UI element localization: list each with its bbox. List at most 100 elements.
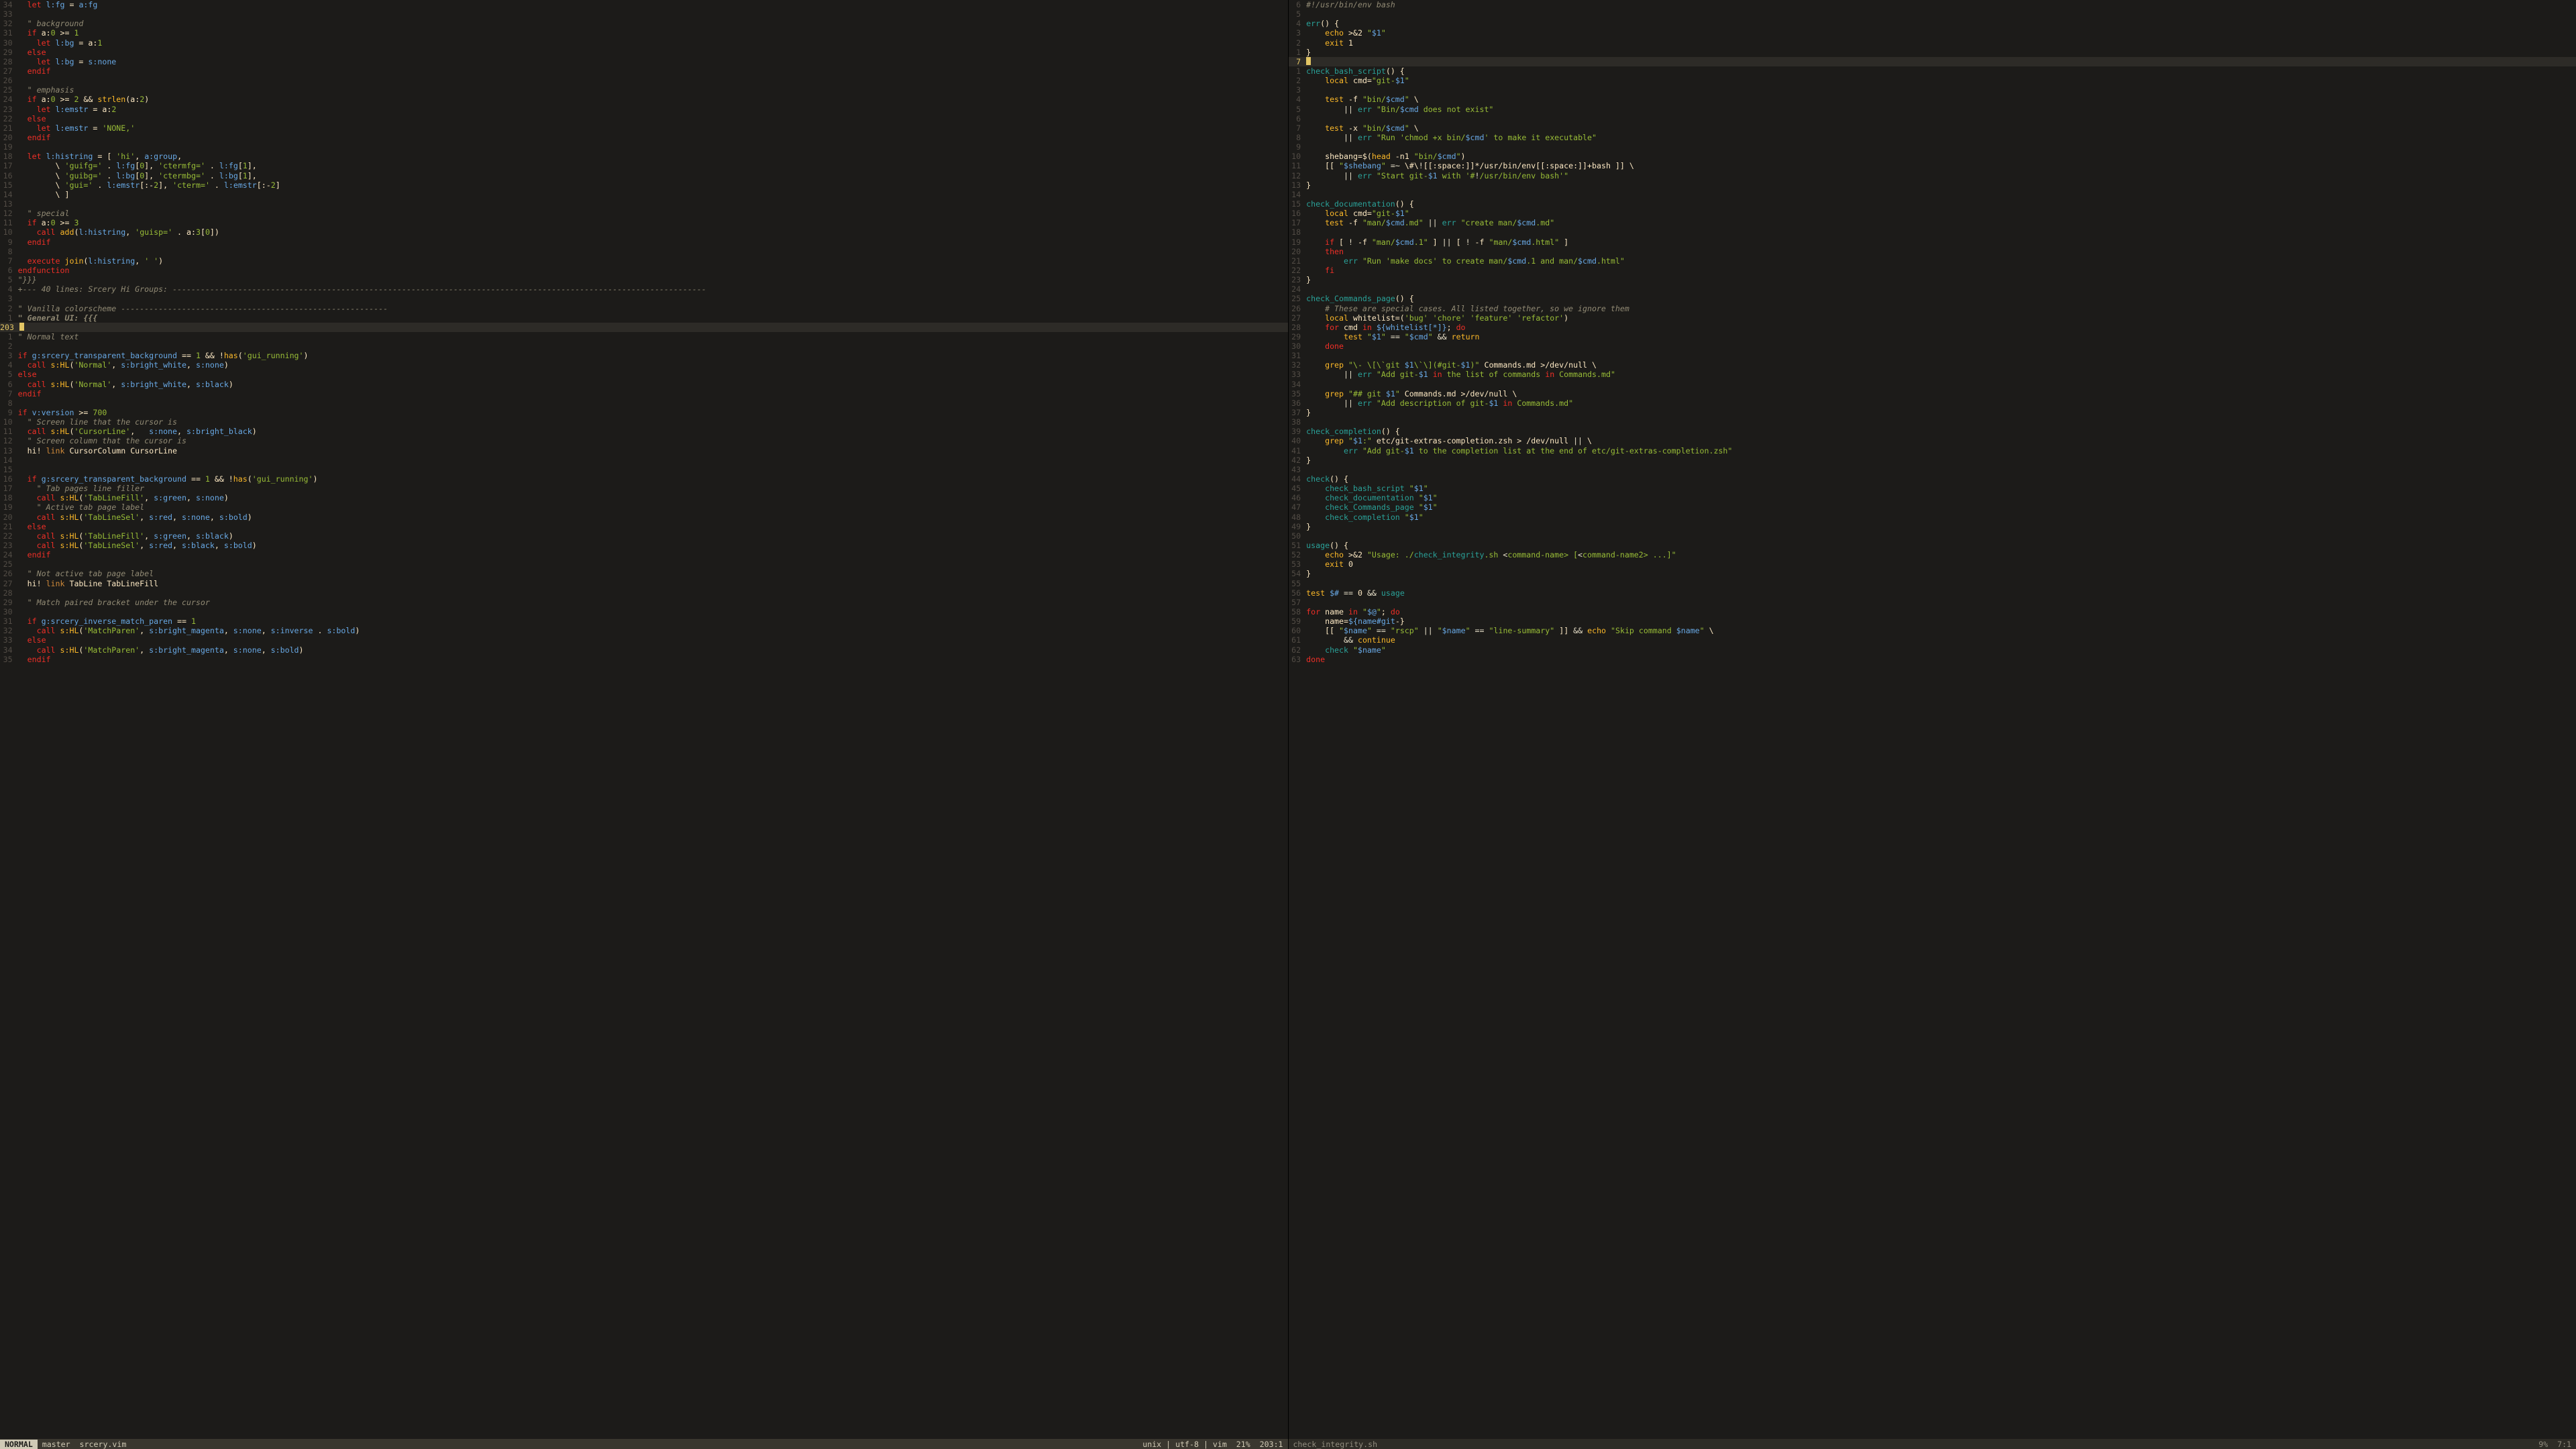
- code-line[interactable]: 14 \ ]: [0, 190, 1288, 199]
- code-line[interactable]: 7: [1289, 57, 2576, 66]
- code-line[interactable]: 16 local cmd="git-$1": [1289, 209, 2576, 218]
- code-line[interactable]: 14: [0, 455, 1288, 465]
- code-line[interactable]: 22 else: [0, 114, 1288, 123]
- code-line[interactable]: 34 call s:HL('MatchParen', s:bright_mage…: [0, 645, 1288, 655]
- code-line[interactable]: 3: [1289, 85, 2576, 95]
- code-line[interactable]: 6 call s:HL('Normal', s:bright_white, s:…: [0, 380, 1288, 389]
- code-line[interactable]: 9if v:version >= 700: [0, 408, 1288, 417]
- buffer-left[interactable]: 34 let l:fg = a:fg3332 " background31 if…: [0, 0, 1288, 1439]
- code-line[interactable]: 23 call s:HL('TabLineSel', s:red, s:blac…: [0, 541, 1288, 550]
- code-line[interactable]: 61 && continue: [1289, 635, 2576, 645]
- code-line[interactable]: 29 " Match paired bracket under the curs…: [0, 598, 1288, 607]
- code-line[interactable]: 33 || err "Add git-$1 in the list of com…: [1289, 370, 2576, 379]
- code-line[interactable]: 32 call s:HL('MatchParen', s:bright_mage…: [0, 626, 1288, 635]
- code-line[interactable]: 17 " Tab pages line filler: [0, 484, 1288, 493]
- code-line[interactable]: 2 exit 1: [1289, 38, 2576, 48]
- code-line[interactable]: 3 echo >&2 "$1": [1289, 28, 2576, 38]
- code-line[interactable]: 25check_Commands_page() {: [1289, 294, 2576, 303]
- code-line[interactable]: 18: [1289, 227, 2576, 237]
- code-line[interactable]: 6#!/usr/bin/env bash: [1289, 0, 2576, 9]
- code-line[interactable]: 59 name=${name#git-}: [1289, 616, 2576, 626]
- code-line[interactable]: 18 let l:histring = [ 'hi', a:group,: [0, 152, 1288, 161]
- code-line[interactable]: 32 grep "\- \[\`git $1\`\](#git-$1)" Com…: [1289, 360, 2576, 370]
- code-line[interactable]: 43: [1289, 465, 2576, 474]
- code-line[interactable]: 10 shebang=$(head -n1 "bin/$cmd"): [1289, 152, 2576, 161]
- code-line[interactable]: 21 let l:emstr = 'NONE,': [0, 123, 1288, 133]
- code-line[interactable]: 31: [1289, 351, 2576, 360]
- code-line[interactable]: 47 check_Commands_page "$1": [1289, 502, 2576, 512]
- code-line[interactable]: 4 test -f "bin/$cmd" \: [1289, 95, 2576, 104]
- code-line[interactable]: 46 check_documentation "$1": [1289, 493, 2576, 502]
- buffer-right[interactable]: 6#!/usr/bin/env bash54err() {3 echo >&2 …: [1289, 0, 2576, 1439]
- code-line[interactable]: 23 let l:emstr = a:2: [0, 105, 1288, 114]
- code-line[interactable]: 11 call s:HL('CursorLine', s:none, s:bri…: [0, 427, 1288, 436]
- code-line[interactable]: 6endfunction: [0, 266, 1288, 275]
- code-line[interactable]: 16 if g:srcery_transparent_background ==…: [0, 474, 1288, 484]
- code-line[interactable]: 36 || err "Add description of git-$1 in …: [1289, 398, 2576, 408]
- code-line[interactable]: 42}: [1289, 455, 2576, 465]
- code-line[interactable]: 51usage() {: [1289, 541, 2576, 550]
- code-line[interactable]: 13 hi! link CursorColumn CursorLine: [0, 446, 1288, 455]
- code-line[interactable]: 5: [1289, 9, 2576, 19]
- code-line[interactable]: 27 local whitelist=('bug' 'chore' 'featu…: [1289, 313, 2576, 323]
- code-line[interactable]: 13: [0, 199, 1288, 209]
- code-line[interactable]: 58for name in "$@"; do: [1289, 607, 2576, 616]
- code-line[interactable]: 2 local cmd="git-$1": [1289, 76, 2576, 85]
- code-line[interactable]: 22 call s:HL('TabLineFill', s:green, s:b…: [0, 531, 1288, 541]
- code-line[interactable]: 31 if a:0 >= 1: [0, 28, 1288, 38]
- code-line[interactable]: 29 else: [0, 48, 1288, 57]
- code-line[interactable]: 12 " Screen column that the cursor is: [0, 436, 1288, 445]
- code-line[interactable]: 53 exit 0: [1289, 559, 2576, 569]
- code-line[interactable]: 1" Normal text: [0, 332, 1288, 341]
- code-line[interactable]: 7endif: [0, 389, 1288, 398]
- code-line[interactable]: 2: [0, 341, 1288, 351]
- code-line[interactable]: 32 " background: [0, 19, 1288, 28]
- code-line[interactable]: 44check() {: [1289, 474, 2576, 484]
- code-line[interactable]: 18 call s:HL('TabLineFill', s:green, s:n…: [0, 493, 1288, 502]
- code-line[interactable]: 7 test -x "bin/$cmd" \: [1289, 123, 2576, 133]
- code-line[interactable]: 8 || err "Run 'chmod +x bin/$cmd' to mak…: [1289, 133, 2576, 142]
- window-right[interactable]: 6#!/usr/bin/env bash54err() {3 echo >&2 …: [1288, 0, 2576, 1449]
- code-line[interactable]: 48 check_completion "$1": [1289, 513, 2576, 522]
- code-line[interactable]: 9 endif: [0, 237, 1288, 247]
- window-left[interactable]: 34 let l:fg = a:fg3332 " background31 if…: [0, 0, 1288, 1449]
- code-line[interactable]: 52 echo >&2 "Usage: ./check_integrity.sh…: [1289, 550, 2576, 559]
- code-line[interactable]: 24 if a:0 >= 2 && strlen(a:2): [0, 95, 1288, 104]
- code-line[interactable]: 33: [0, 9, 1288, 19]
- code-line[interactable]: 20 call s:HL('TabLineSel', s:red, s:none…: [0, 513, 1288, 522]
- code-line[interactable]: 19 " Active tab page label: [0, 502, 1288, 512]
- code-line[interactable]: 26: [0, 76, 1288, 85]
- code-line[interactable]: 54}: [1289, 569, 2576, 578]
- code-line[interactable]: 8: [0, 398, 1288, 408]
- code-line[interactable]: 35 endif: [0, 655, 1288, 664]
- code-line[interactable]: 41 err "Add git-$1 to the completion lis…: [1289, 446, 2576, 455]
- code-line[interactable]: 28 for cmd in ${whitelist[*]}; do: [1289, 323, 2576, 332]
- code-line[interactable]: 27 endif: [0, 66, 1288, 76]
- code-line[interactable]: 20 then: [1289, 247, 2576, 256]
- code-line[interactable]: 26 " Not active tab page label: [0, 569, 1288, 578]
- code-line[interactable]: 30 done: [1289, 341, 2576, 351]
- code-line[interactable]: 4 call s:HL('Normal', s:bright_white, s:…: [0, 360, 1288, 370]
- code-line[interactable]: 28 let l:bg = s:none: [0, 57, 1288, 66]
- code-line[interactable]: 33 else: [0, 635, 1288, 645]
- code-line[interactable]: 4+--- 40 lines: Srcery Hi Groups: ------…: [0, 284, 1288, 294]
- code-line[interactable]: 6: [1289, 114, 2576, 123]
- code-line[interactable]: 31 if g:srcery_inverse_match_paren == 1: [0, 616, 1288, 626]
- code-line[interactable]: 14: [1289, 190, 2576, 199]
- code-line[interactable]: 16 \ 'guibg=' . l:bg[0], 'ctermbg=' . l:…: [0, 171, 1288, 180]
- code-line[interactable]: 49}: [1289, 522, 2576, 531]
- code-line[interactable]: 40 grep "$1:" etc/git-extras-completion.…: [1289, 436, 2576, 445]
- code-line[interactable]: 34: [1289, 380, 2576, 389]
- code-line[interactable]: 38: [1289, 417, 2576, 427]
- code-line[interactable]: 21 else: [0, 522, 1288, 531]
- code-line[interactable]: 60 [[ "$name" == "rscp" || "$name" == "l…: [1289, 626, 2576, 635]
- code-line[interactable]: 3: [0, 294, 1288, 303]
- code-line[interactable]: 8: [0, 247, 1288, 256]
- code-line[interactable]: 1check_bash_script() {: [1289, 66, 2576, 76]
- code-line[interactable]: 9: [1289, 142, 2576, 152]
- code-line[interactable]: 19 if [ ! -f "man/$cmd.1" ] || [ ! -f "m…: [1289, 237, 2576, 247]
- code-line[interactable]: 63done: [1289, 655, 2576, 664]
- code-line[interactable]: 11 if a:0 >= 3: [0, 218, 1288, 227]
- code-line[interactable]: 15check_documentation() {: [1289, 199, 2576, 209]
- code-line[interactable]: 20 endif: [0, 133, 1288, 142]
